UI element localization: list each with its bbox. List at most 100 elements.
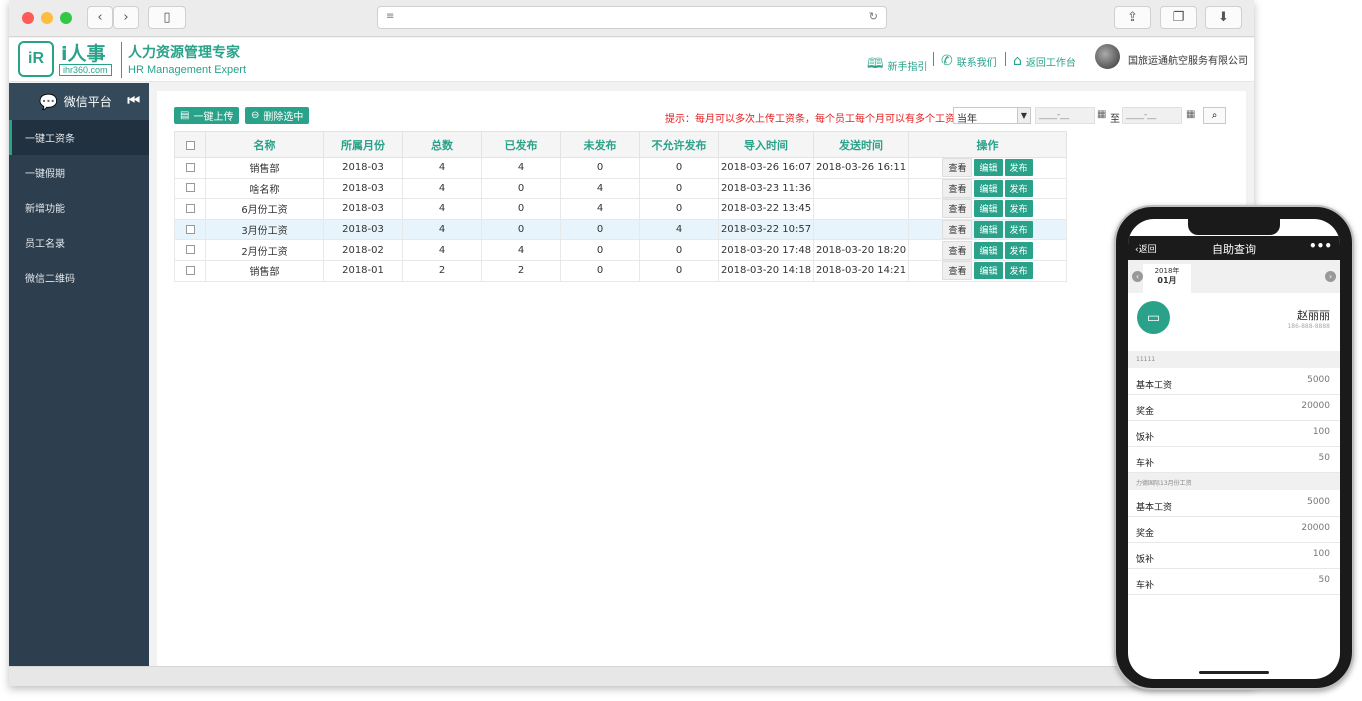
calendar-icon[interactable]: ▦ [1097, 109, 1106, 120]
publish-button[interactable]: 发布 [1004, 221, 1033, 239]
month-tab[interactable]: 2018年 01月 [1143, 264, 1191, 293]
view-button[interactable]: 查看 [942, 240, 973, 260]
cell-sent: 2018-03-20 18:20 [813, 239, 909, 261]
salary-item: 饭补 100 [1128, 543, 1340, 569]
share-button[interactable]: ⇪ [1114, 6, 1151, 29]
more-icon[interactable]: ••• [1309, 239, 1332, 253]
cell-blocked: 0 [639, 157, 719, 179]
edit-button[interactable]: 编辑 [974, 200, 1003, 218]
row-checkbox[interactable] [174, 177, 206, 200]
view-button[interactable]: 查看 [942, 220, 973, 240]
table-row[interactable]: 销售部 2018-03 4 4 0 0 2018-03-26 16:07 2018-03-26… [174, 157, 1067, 179]
column-header: 已发布 [481, 131, 561, 158]
publish-button[interactable]: 发布 [1004, 159, 1033, 177]
minimize-window-button[interactable] [41, 12, 53, 24]
sidebar-title: 微信平台 [63, 95, 112, 109]
select-all-checkbox[interactable] [174, 131, 206, 158]
table-row[interactable]: 销售部 2018-01 2 2 0 0 2018-03-20 14:18 2018-03-20… [174, 259, 1067, 282]
table-row[interactable]: 啥名称 2018-03 4 0 4 0 2018-03-23 11:36 查看 编辑 发布 [174, 177, 1067, 200]
publish-button[interactable]: 发布 [1004, 179, 1033, 197]
table-row[interactable]: 6月份工资 2018-03 4 0 4 0 2018-03-22 13:45 查看 编辑 发布 [174, 198, 1067, 220]
cell-month: 2018-02 [323, 239, 403, 261]
row-checkbox[interactable] [174, 239, 206, 261]
period-select[interactable]: 当年 ▼ [953, 107, 1031, 125]
horizontal-scrollbar[interactable] [9, 666, 1254, 686]
sidebar-item-qrcode[interactable]: 微信二维码 [9, 260, 149, 295]
chevron-down-icon: ▼ [1017, 108, 1030, 123]
cell-total: 4 [402, 198, 482, 220]
chevron-left-icon[interactable]: ‹ [1132, 271, 1143, 282]
row-checkbox[interactable] [174, 157, 206, 179]
phone-navbar: ‹返回 自助查询 ••• [1128, 236, 1340, 260]
edit-button[interactable]: 编辑 [974, 159, 1003, 177]
collapse-sidebar-icon[interactable]: ⏮ [127, 93, 140, 109]
column-header: 名称 [205, 131, 324, 158]
checkbox-icon [185, 245, 195, 255]
cell-name: 2月份工资 [205, 239, 324, 261]
close-window-button[interactable] [22, 12, 34, 24]
edit-button[interactable]: 编辑 [974, 241, 1003, 259]
cell-published: 0 [481, 218, 561, 241]
cell-total: 2 [402, 259, 482, 282]
guide-link[interactable]: 🕮 新手指引 [867, 53, 928, 77]
publish-button[interactable]: 发布 [1004, 262, 1033, 280]
sidebar-toggle-button[interactable]: ▯ [148, 6, 186, 29]
download-button[interactable]: ⬇ [1205, 6, 1242, 29]
maximize-window-button[interactable] [60, 12, 72, 24]
reload-icon[interactable]: ↻ [869, 10, 878, 23]
sidebar-item-new-feature[interactable]: 新增功能 [9, 190, 149, 225]
back-nav-button[interactable]: ‹ [87, 6, 113, 29]
salary-item-value: 5000 [1307, 375, 1330, 385]
row-checkbox[interactable] [174, 198, 206, 220]
edit-button[interactable]: 编辑 [974, 221, 1003, 239]
cell-published: 0 [481, 177, 561, 200]
view-button[interactable]: 查看 [942, 261, 973, 281]
cell-blocked: 0 [639, 239, 719, 261]
chevron-right-icon[interactable]: › [1325, 271, 1336, 282]
sidebar-item-holiday[interactable]: 一键假期 [9, 155, 149, 190]
row-checkbox[interactable] [174, 259, 206, 282]
cell-imported: 2018-03-22 10:57 [718, 218, 814, 241]
column-header: 未发布 [560, 131, 640, 158]
cell-actions: 查看 编辑 发布 [908, 157, 1067, 179]
cell-imported: 2018-03-22 13:45 [718, 198, 814, 220]
sidebar-item-salary-slip[interactable]: 一键工资条 [9, 120, 149, 155]
forward-nav-button[interactable]: › [113, 6, 139, 29]
column-header: 所属月份 [323, 131, 403, 158]
app-header: iR i人事 ihr360.com 人力资源管理专家 HR Management… [9, 38, 1254, 82]
calendar-icon: ▭ [1137, 301, 1170, 334]
publish-button[interactable]: 发布 [1004, 241, 1033, 259]
view-button[interactable]: 查看 [942, 158, 973, 178]
contact-link[interactable]: ✆ 联系我们 [941, 53, 997, 69]
search-button[interactable]: ⌕ [1203, 107, 1226, 124]
phone-notch [1188, 219, 1280, 235]
cell-sent [813, 218, 909, 241]
table-row[interactable]: 3月份工资 2018-03 4 0 0 4 2018-03-22 10:57 查看 编辑 发布 [174, 218, 1067, 241]
view-button[interactable]: 查看 [942, 199, 973, 219]
cell-month: 2018-03 [323, 218, 403, 241]
view-button[interactable]: 查看 [942, 178, 973, 198]
salary-item: 基本工资 5000 [1128, 369, 1340, 395]
tabs-button[interactable]: ❐ [1160, 6, 1197, 29]
checkbox-icon [185, 183, 195, 193]
cell-actions: 查看 编辑 发布 [908, 218, 1067, 241]
address-bar[interactable]: ≡ ↻ [377, 6, 887, 29]
sidebar-item-directory[interactable]: 员工名录 [9, 225, 149, 260]
workbench-link[interactable]: ⌂ 返回工作台 [1013, 53, 1076, 69]
wechat-icon: 💬 [39, 92, 58, 111]
date-from-input[interactable]: ____-__ [1035, 107, 1095, 124]
row-checkbox[interactable] [174, 218, 206, 241]
calendar-icon[interactable]: ▦ [1186, 109, 1195, 120]
upload-button[interactable]: ▤ 一键上传 [174, 107, 240, 124]
avatar[interactable] [1095, 44, 1120, 69]
date-to-input[interactable]: ____-__ [1122, 107, 1182, 124]
publish-button[interactable]: 发布 [1004, 200, 1033, 218]
salary-item-label: 车补 [1136, 459, 1155, 469]
cell-sent [813, 177, 909, 200]
edit-button[interactable]: 编辑 [974, 262, 1003, 280]
checkbox-icon [185, 203, 195, 213]
cell-imported: 2018-03-23 11:36 [718, 177, 814, 200]
table-row[interactable]: 2月份工资 2018-02 4 4 0 0 2018-03-20 17:48 2018-03-… [174, 239, 1067, 261]
delete-selected-button[interactable]: ⊖ 删除选中 [245, 107, 310, 124]
edit-button[interactable]: 编辑 [974, 179, 1003, 197]
